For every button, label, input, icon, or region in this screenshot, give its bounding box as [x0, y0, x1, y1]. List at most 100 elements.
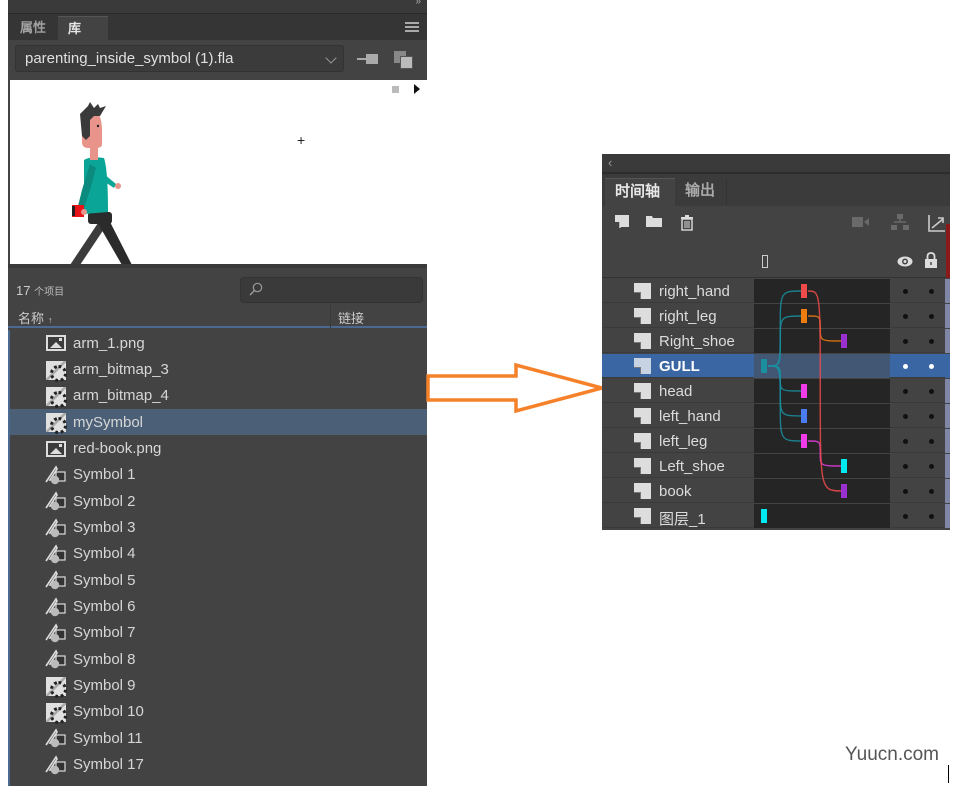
layer-visibility-toggle[interactable] [903, 414, 908, 419]
library-item[interactable]: Symbol 2 [10, 488, 427, 514]
library-item[interactable]: mySymbol [10, 409, 427, 436]
column-name-header[interactable]: 名称 ↑ [18, 308, 53, 327]
layer-name[interactable]: right_hand [659, 283, 730, 300]
layer-outline-color [945, 279, 950, 303]
new-library-panel-icon[interactable] [394, 51, 414, 69]
layer-lock-toggle[interactable] [929, 364, 934, 369]
movieclip-icon [45, 676, 67, 698]
library-item[interactable]: Symbol 7 [10, 620, 427, 646]
walking-character-preview [70, 102, 132, 264]
layer-visibility-toggle[interactable] [903, 339, 908, 344]
layer-visibility-toggle[interactable] [903, 489, 908, 494]
layer-visibility-toggle[interactable] [903, 439, 908, 444]
layer-lock-toggle[interactable] [929, 489, 934, 494]
graphic-symbol-icon [45, 728, 67, 748]
library-item[interactable]: red-book.png [10, 435, 427, 461]
keyframe-marker[interactable] [801, 409, 807, 423]
layer-visibility-toggle[interactable] [903, 389, 908, 394]
layer-lock-toggle[interactable] [929, 464, 934, 469]
library-item[interactable]: Symbol 10 [10, 699, 427, 725]
layer-visibility-toggle[interactable] [903, 314, 908, 319]
library-search-input[interactable] [240, 277, 423, 303]
layer-lock-toggle[interactable] [929, 339, 934, 344]
library-item-label: Symbol 6 [73, 598, 136, 616]
layer-name[interactable]: right_leg [659, 308, 717, 325]
layer-visibility-toggle[interactable] [903, 289, 908, 294]
layer-visibility-toggle[interactable] [903, 464, 908, 469]
graphic-symbol-icon [45, 544, 67, 564]
layer-name[interactable]: GULL [659, 358, 700, 375]
keyframe-marker[interactable] [801, 309, 807, 323]
layer-visibility-toggle[interactable] [903, 514, 908, 519]
library-item[interactable]: arm_bitmap_3 [10, 356, 427, 382]
layer-lock-toggle[interactable] [929, 389, 934, 394]
pin-icon[interactable] [357, 53, 379, 65]
keyframe-marker[interactable] [761, 359, 767, 373]
tab-output[interactable]: 输出 [675, 178, 727, 206]
tab-library[interactable]: 库 [58, 16, 108, 40]
keyframe-marker[interactable] [801, 434, 807, 448]
panel-menu-icon[interactable] [405, 22, 419, 32]
eye-icon[interactable] [897, 256, 913, 267]
sort-ascending-icon[interactable]: ↑ [48, 315, 53, 325]
layer-lock-toggle[interactable] [929, 439, 934, 444]
library-item[interactable]: arm_1.png [10, 330, 427, 356]
delete-icon[interactable] [679, 214, 695, 231]
keyframe-marker[interactable] [841, 334, 847, 348]
movieclip-icon [45, 412, 67, 435]
document-select[interactable]: parenting_inside_symbol (1).fla [15, 45, 344, 72]
layer-icon [634, 308, 651, 324]
column-linkage-header[interactable]: 链接 [338, 308, 364, 327]
library-item[interactable]: arm_bitmap_4 [10, 383, 427, 409]
graph-icon[interactable] [928, 214, 946, 232]
lock-icon[interactable] [924, 252, 938, 268]
layer-parenting-icon[interactable] [891, 214, 909, 231]
layer-name[interactable]: 图层_1 [659, 508, 706, 529]
layer-lock-toggle[interactable] [929, 314, 934, 319]
keyframe-marker[interactable] [801, 384, 807, 398]
stop-icon[interactable] [392, 86, 399, 93]
library-item-label: red-book.png [73, 440, 162, 458]
keyframe-marker[interactable] [801, 284, 807, 298]
library-item[interactable]: Symbol 17 [10, 752, 427, 778]
layer-name[interactable]: left_hand [659, 408, 721, 425]
parent-link-line [767, 290, 804, 367]
library-item[interactable]: Symbol 3 [10, 514, 427, 540]
camera-icon[interactable] [851, 216, 871, 228]
expand-panel-icon[interactable]: ‹ [608, 155, 612, 170]
library-item[interactable]: Symbol 1 [10, 462, 427, 488]
layer-outline-color [945, 304, 950, 328]
right-arrow-annotation [426, 362, 606, 414]
layer-name[interactable]: book [659, 483, 692, 500]
text-cursor [948, 765, 949, 783]
keyframe-marker[interactable] [841, 484, 847, 498]
layer-lock-toggle[interactable] [929, 514, 934, 519]
tab-properties[interactable]: 属性 [10, 16, 56, 40]
keyframe-marker[interactable] [761, 509, 767, 523]
playhead-marker[interactable] [762, 255, 768, 268]
play-icon[interactable] [414, 84, 420, 94]
keyframe-marker[interactable] [841, 459, 847, 473]
library-item[interactable]: Symbol 8 [10, 646, 427, 672]
column-divider[interactable] [330, 304, 331, 328]
layer-lock-toggle[interactable] [929, 414, 934, 419]
panel-top-strip: ‹ [602, 154, 950, 174]
layer-name[interactable]: left_leg [659, 433, 707, 450]
library-item[interactable]: Symbol 6 [10, 593, 427, 619]
search-icon [249, 282, 263, 296]
library-item[interactable]: Symbol 11 [10, 725, 427, 751]
parent-link-line [767, 365, 804, 392]
layer-name[interactable]: Left_shoe [659, 458, 725, 475]
layer-name[interactable]: head [659, 383, 692, 400]
new-layer-icon[interactable] [614, 214, 630, 229]
library-item[interactable]: Symbol 5 [10, 567, 427, 593]
layer-visibility-toggle[interactable] [903, 364, 908, 369]
layer-lock-toggle[interactable] [929, 289, 934, 294]
collapse-panel-icon[interactable]: » [415, 0, 421, 7]
document-select-value: parenting_inside_symbol (1).fla [25, 50, 234, 67]
layer-name[interactable]: Right_shoe [659, 333, 735, 350]
tab-timeline[interactable]: 时间轴 [605, 178, 675, 206]
library-item[interactable]: Symbol 4 [10, 541, 427, 567]
library-item[interactable]: Symbol 9 [10, 672, 427, 698]
new-folder-icon[interactable] [645, 214, 663, 228]
